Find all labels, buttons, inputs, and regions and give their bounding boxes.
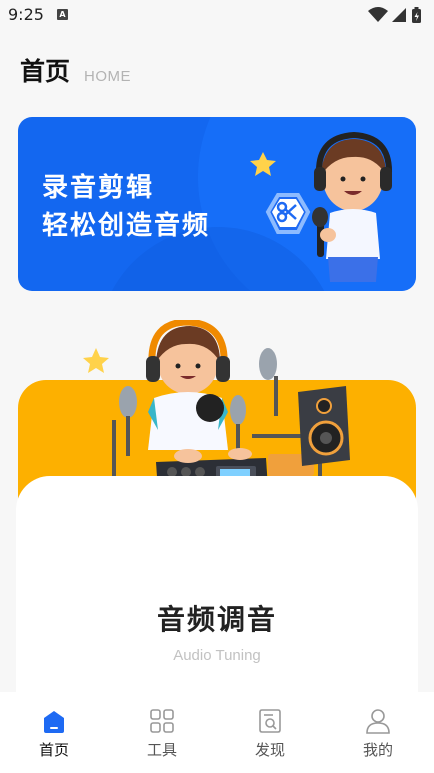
tab-home[interactable]: 首页 bbox=[0, 692, 108, 773]
wifi-icon bbox=[368, 7, 388, 22]
tab-home-label: 首页 bbox=[38, 741, 69, 759]
banner-line-2: 轻松创造音频 bbox=[42, 211, 211, 241]
discover-icon bbox=[259, 709, 281, 733]
status-bar: 9:25 A bbox=[0, 0, 434, 30]
tab-tools[interactable]: 工具 bbox=[108, 692, 216, 773]
dj-boy bbox=[146, 320, 230, 450]
star-icon bbox=[83, 348, 109, 373]
system-status-icons bbox=[368, 7, 421, 23]
tab-profile-label: 我的 bbox=[362, 741, 393, 759]
grid-icon bbox=[150, 709, 174, 733]
tab-tools-label: 工具 bbox=[146, 741, 177, 759]
status-time: 9:25 bbox=[8, 5, 44, 24]
card-white-panel bbox=[16, 476, 418, 716]
speaker-icon bbox=[298, 386, 350, 466]
page-subtitle: HOME bbox=[84, 68, 131, 85]
signal-icon bbox=[392, 8, 406, 22]
tab-discover[interactable]: 发现 bbox=[216, 692, 324, 773]
page-title: 首页 bbox=[20, 57, 71, 86]
card-subtitle: Audio Tuning bbox=[173, 647, 261, 664]
banner-headline: 录音剪辑 轻松创造音频 bbox=[42, 169, 210, 245]
audio-editing-banner[interactable]: 录音剪辑 轻松创造音频 bbox=[18, 117, 416, 291]
tab-profile[interactable]: 我的 bbox=[324, 692, 432, 773]
home-icon bbox=[44, 711, 64, 733]
notification-icon: A bbox=[57, 9, 68, 20]
card-title: 音频调音 bbox=[156, 603, 277, 636]
bottom-tab-bar: 首页 工具 发现 我的 bbox=[0, 692, 434, 773]
tab-discover-label: 发现 bbox=[254, 741, 285, 759]
profile-icon bbox=[366, 709, 390, 734]
banner-line-1: 录音剪辑 bbox=[42, 173, 155, 203]
audio-tuning-card[interactable]: 音频调音 Audio Tuning bbox=[16, 320, 418, 716]
